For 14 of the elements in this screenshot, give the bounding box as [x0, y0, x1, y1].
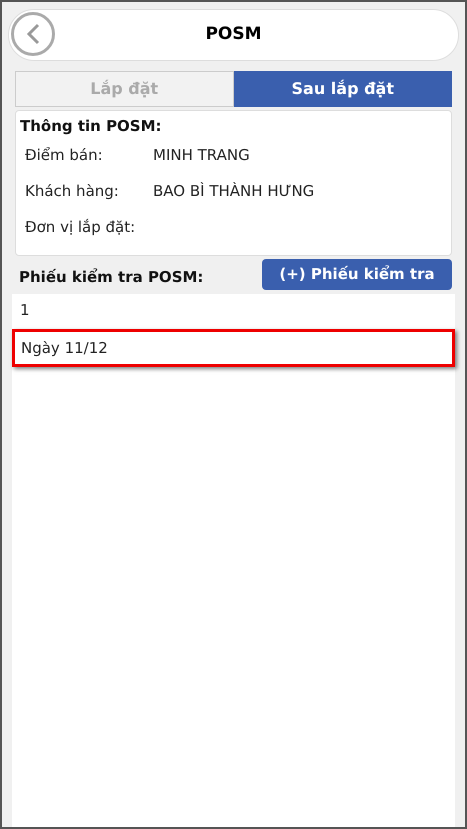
checklist-item[interactable]: 1 [12, 294, 455, 326]
add-checklist-button[interactable]: (+) Phiếu kiểm tra [262, 259, 452, 290]
section-title: Thông tin POSM: [20, 116, 162, 137]
field-label: Đơn vị lắp đặt: [25, 217, 136, 238]
field-value: MINH TRANG [153, 145, 250, 166]
page-title: POSM [205, 23, 262, 46]
field-label: Điểm bán: [25, 145, 104, 166]
field-label: Khách hàng: [25, 181, 120, 202]
back-icon [26, 23, 40, 45]
checklist-item[interactable]: Ngày 11/12 [12, 329, 455, 367]
tab[interactable]: Sau lắp đặt [234, 71, 452, 107]
field-value: BAO BÌ THÀNH HƯNG [153, 181, 314, 202]
back-button[interactable] [11, 12, 55, 56]
section-title: Phiếu kiểm tra POSM: [19, 267, 204, 288]
